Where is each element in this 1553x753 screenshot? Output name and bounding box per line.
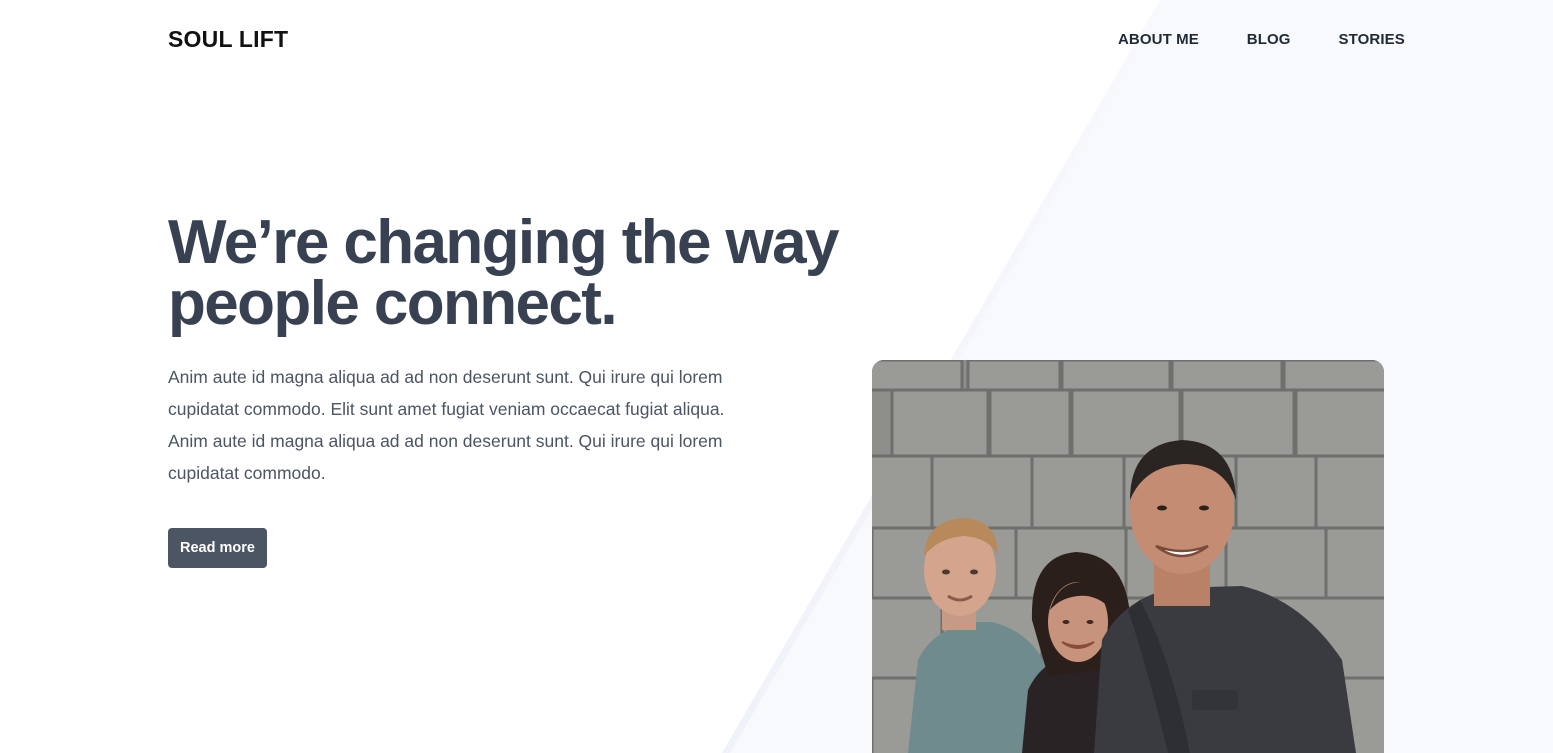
nav-item-blog[interactable]: BLOG <box>1247 31 1291 48</box>
nav-item-about-me[interactable]: ABOUT ME <box>1118 31 1199 48</box>
site-header: SOUL LIFT ABOUT ME BLOG STORIES <box>0 0 1553 80</box>
nav-item-stories[interactable]: STORIES <box>1339 31 1405 48</box>
read-more-button[interactable]: Read more <box>168 528 267 568</box>
main-nav: ABOUT ME BLOG STORIES <box>1118 31 1405 48</box>
hero-description: Anim aute id magna aliqua ad ad non dese… <box>168 367 725 483</box>
people-photo-illustration <box>872 360 1384 753</box>
hero-heading-line1: We’re changing the way <box>168 208 840 277</box>
hero-photo <box>872 360 1384 753</box>
hero-heading: We’re changing the way people connect. <box>168 212 868 335</box>
hero-heading-line2: people connect. <box>168 269 618 338</box>
site-logo[interactable]: SOUL LIFT <box>168 26 288 53</box>
